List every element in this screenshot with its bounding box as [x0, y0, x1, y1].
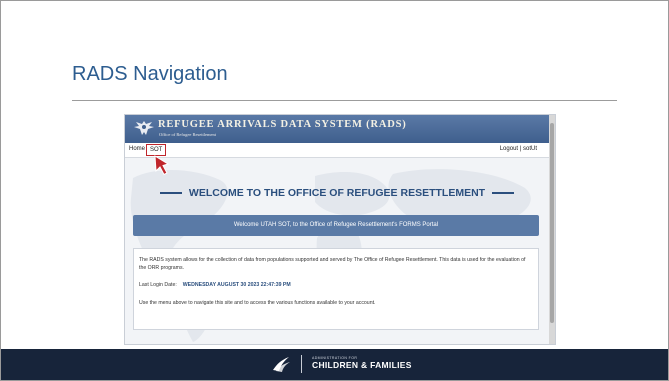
welcome-heading: WELCOME TO THE OFFICE OF REFUGEE RESETTL…: [125, 187, 549, 199]
mouse-pointer-icon: [154, 155, 170, 176]
rads-office-subtitle: Office of Refugee Resettlement: [159, 132, 217, 137]
user-link[interactable]: sotUt: [523, 146, 537, 152]
nav-account-links: Logout | sotUt: [500, 146, 537, 152]
rads-screenshot: REFUGEE ARRIVALS DATA SYSTEM (RADS) Offi…: [125, 115, 555, 344]
welcome-banner: Welcome UTAH SOT, to the Office of Refug…: [133, 215, 539, 236]
welcome-heading-text: WELCOME TO THE OFFICE OF REFUGEE RESETTL…: [188, 187, 486, 199]
rads-header: REFUGEE ARRIVALS DATA SYSTEM (RADS) Offi…: [125, 115, 549, 143]
rads-system-title: REFUGEE ARRIVALS DATA SYSTEM (RADS): [158, 119, 407, 130]
nav-separator: |: [519, 146, 522, 152]
title-divider: [72, 100, 617, 101]
scrollbar-thumb[interactable]: [550, 123, 554, 323]
footer-divider: [301, 355, 302, 373]
nav-home-link[interactable]: Home: [129, 146, 145, 152]
eagle-seal-icon: [134, 121, 154, 135]
hhs-logo-icon: [273, 357, 290, 372]
info-panel: The RADS system allows for the collectio…: [133, 248, 539, 330]
heading-rule-left: [159, 192, 182, 194]
scrollbar[interactable]: [549, 115, 555, 344]
last-login-date: WEDNESDAY AUGUST 30 2023 22:47:39 PM: [182, 282, 291, 288]
last-login: Last Login Date: WEDNESDAY AUGUST 30 2023…: [139, 282, 291, 288]
footer-bar: ADMINISTRATION FOR CHILDREN & FAMILIES: [1, 349, 668, 380]
slide-title: RADS Navigation: [72, 63, 228, 85]
menu-hint: Use the menu above to navigate this site…: [139, 300, 376, 306]
slide: RADS Navigation REFUGEE ARRIVALS DATA SY…: [0, 0, 669, 381]
footer-org-name: CHILDREN & FAMILIES: [312, 360, 412, 370]
heading-rule-right: [492, 192, 515, 194]
last-login-label: Last Login Date:: [139, 282, 177, 288]
system-description: The RADS system allows for the collectio…: [139, 257, 526, 271]
rads-navbar: Home SOT Logout | sotUt: [125, 143, 549, 158]
logout-link[interactable]: Logout: [500, 146, 518, 152]
